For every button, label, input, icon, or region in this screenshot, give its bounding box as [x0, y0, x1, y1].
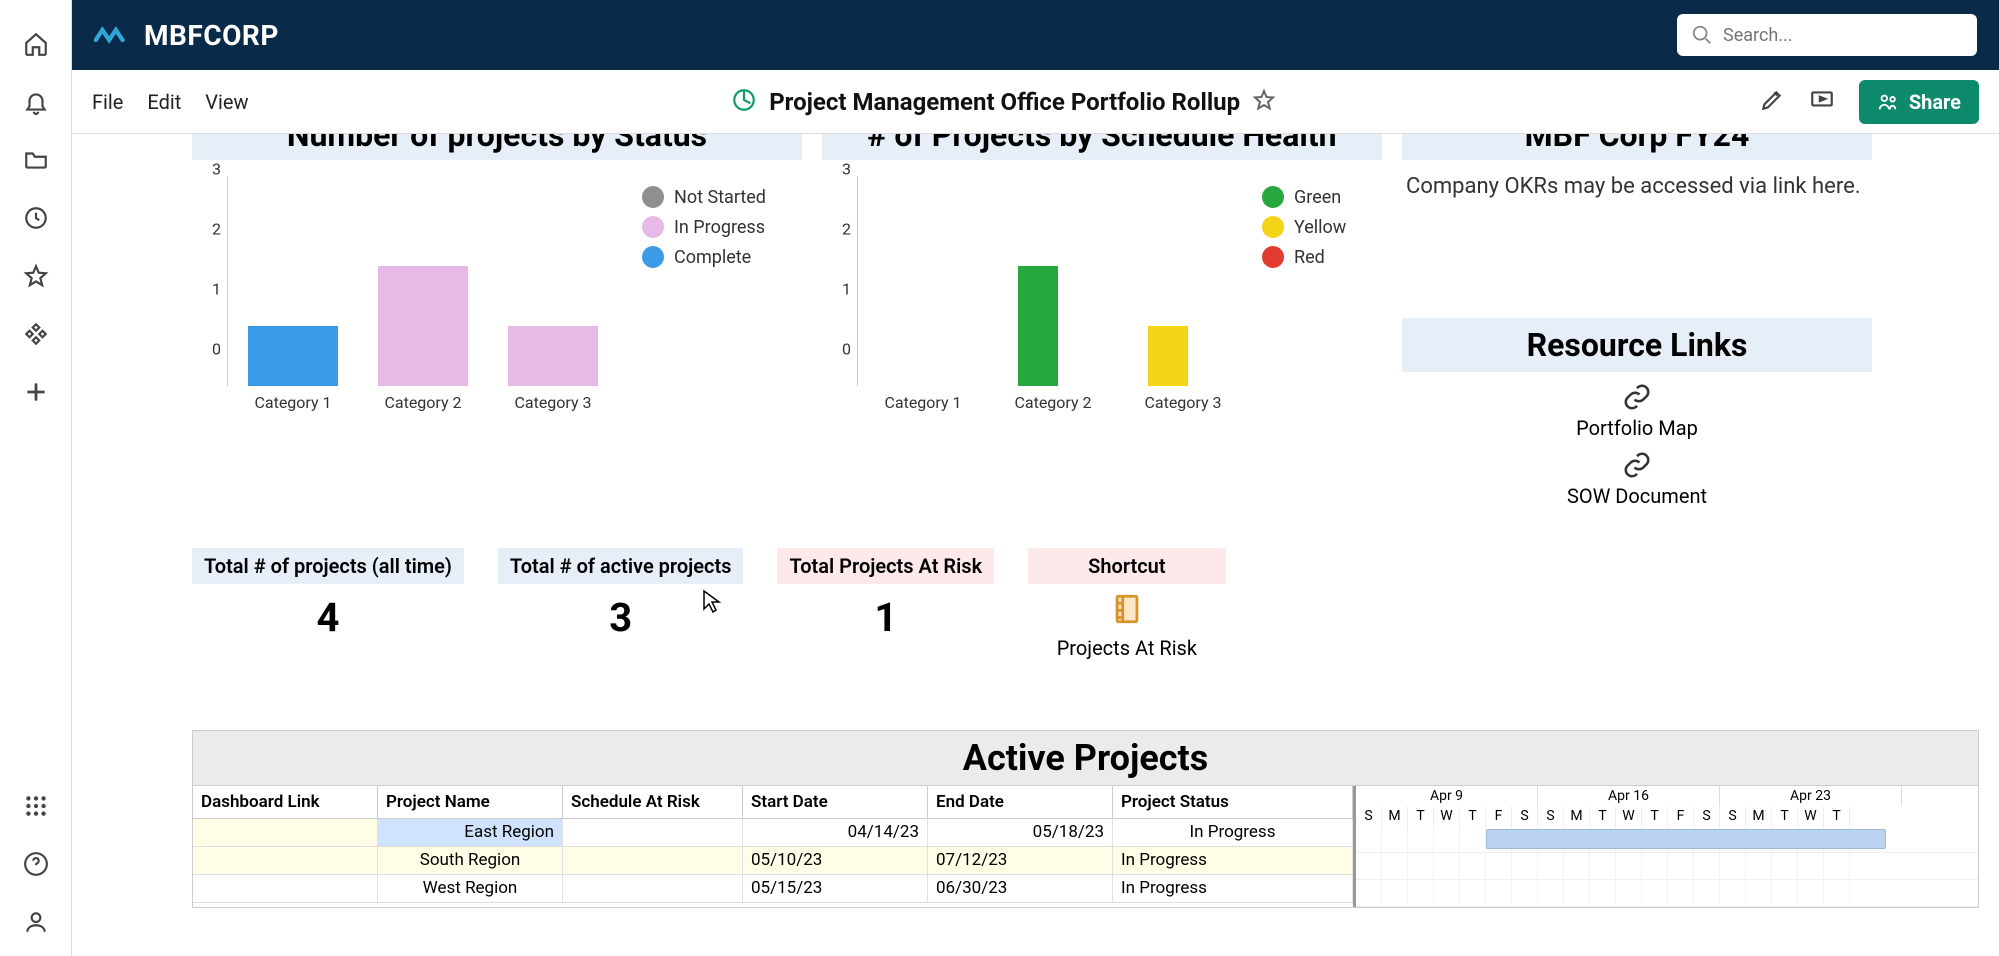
link-icon: [1622, 450, 1652, 480]
metric-active-projects: Total # of active projects 3: [498, 548, 744, 641]
gantt-day-label: M: [1564, 806, 1590, 826]
gantt-day-label: W: [1798, 806, 1824, 826]
dashboard-icon: [731, 87, 757, 117]
topbar: MBFCORP: [72, 0, 1999, 70]
share-button[interactable]: Share: [1859, 80, 1979, 124]
user-icon[interactable]: [22, 908, 50, 936]
gantt-day-label: T: [1590, 806, 1616, 826]
gantt-day-label: W: [1616, 806, 1642, 826]
resource-link-sow-document[interactable]: SOW Document: [1402, 450, 1872, 508]
home-icon[interactable]: [22, 30, 50, 58]
notebook-icon: [1110, 592, 1144, 630]
gantt-day-label: M: [1746, 806, 1772, 826]
gantt-day-label: S: [1720, 806, 1746, 826]
left-sidebar: [0, 0, 72, 956]
document-toolbar: File Edit View Project Management Office…: [72, 70, 1999, 134]
chart-b-legend: Green Yellow Red: [1262, 166, 1382, 416]
gantt-day-label: S: [1694, 806, 1720, 826]
chart-a-legend: Not Started In Progress Complete: [642, 166, 802, 416]
gantt-day-label: F: [1486, 806, 1512, 826]
table-row[interactable]: East Region 04/14/23 05/18/23 In Progres…: [193, 819, 1353, 847]
gantt-day-label: S: [1356, 806, 1382, 826]
bell-icon[interactable]: [22, 88, 50, 116]
edit-pencil-icon[interactable]: [1759, 87, 1785, 117]
resource-links-heading: Resource Links: [1402, 318, 1872, 372]
share-label: Share: [1909, 90, 1961, 114]
gantt-day-label: T: [1460, 806, 1486, 826]
table-row[interactable]: South Region 05/10/23 07/12/23 In Progre…: [193, 847, 1353, 875]
link-icon: [1622, 382, 1652, 412]
gantt-day-label: S: [1538, 806, 1564, 826]
menu-view[interactable]: View: [205, 90, 248, 114]
search-input[interactable]: [1723, 25, 1963, 46]
gantt-day-label: T: [1408, 806, 1434, 826]
table-header-row: Dashboard Link Project Name Schedule At …: [193, 786, 1353, 819]
metric-projects-at-risk: Total Projects At Risk 1: [777, 548, 994, 641]
gantt-day-label: T: [1824, 806, 1850, 826]
chart-a-title: Number of projects by Status: [192, 134, 802, 160]
metrics-row: Total # of projects (all time) 4 Total #…: [192, 548, 1979, 660]
star-icon[interactable]: [22, 262, 50, 290]
table-row[interactable]: West Region 05/15/23 06/30/23 In Progres…: [193, 875, 1353, 903]
gantt-day-label: W: [1434, 806, 1460, 826]
folder-icon[interactable]: [22, 146, 50, 174]
plus-icon[interactable]: [22, 378, 50, 406]
chart-projects-by-status: Number of projects by Status 0 1 2 3 Cat…: [192, 134, 802, 508]
apps-grid-icon[interactable]: [22, 792, 50, 820]
menu-file[interactable]: File: [92, 90, 123, 114]
gantt-day-label: M: [1382, 806, 1408, 826]
help-icon[interactable]: [22, 850, 50, 878]
search-box[interactable]: [1677, 14, 1977, 56]
apps-diamond-icon[interactable]: [22, 320, 50, 348]
menu-edit[interactable]: Edit: [147, 90, 181, 114]
side-info-panel: MBF Corp FY24 Company OKRs may be access…: [1402, 134, 1872, 508]
document-title: Project Management Office Portfolio Roll…: [769, 88, 1240, 116]
chart-b-title: # of Projects by Schedule Health: [822, 134, 1382, 160]
table-title: Active Projects: [193, 731, 1978, 786]
metric-total-projects: Total # of projects (all time) 4: [192, 548, 464, 641]
metric-shortcut[interactable]: Shortcut Projects At Risk: [1028, 548, 1225, 660]
gantt-day-label: S: [1512, 806, 1538, 826]
search-icon: [1691, 24, 1713, 46]
chart-schedule-health: # of Projects by Schedule Health 0 1 2 3…: [822, 134, 1382, 508]
side-panel-title: MBF Corp FY24: [1402, 134, 1872, 160]
brand-logo[interactable]: MBFCORP: [94, 19, 279, 52]
gantt-day-label: F: [1668, 806, 1694, 826]
gantt-day-label: T: [1642, 806, 1668, 826]
clock-icon[interactable]: [22, 204, 50, 232]
side-panel-text: Company OKRs may be accessed via link he…: [1402, 166, 1872, 208]
active-projects-table: Active Projects Dashboard Link Project N…: [192, 730, 1979, 908]
gantt-area[interactable]: Apr 9 Apr 16 Apr 23 SMTWTFSSMTWTFSSMTWT: [1353, 786, 1978, 907]
dashboard-content: Number of projects by Status 0 1 2 3 Cat…: [72, 134, 1999, 956]
favorite-star-icon[interactable]: [1252, 88, 1276, 116]
brand-name: MBFCORP: [144, 19, 279, 52]
present-icon[interactable]: [1809, 87, 1835, 117]
resource-link-portfolio-map[interactable]: Portfolio Map: [1402, 382, 1872, 440]
share-people-icon: [1877, 91, 1899, 113]
gantt-day-label: T: [1772, 806, 1798, 826]
